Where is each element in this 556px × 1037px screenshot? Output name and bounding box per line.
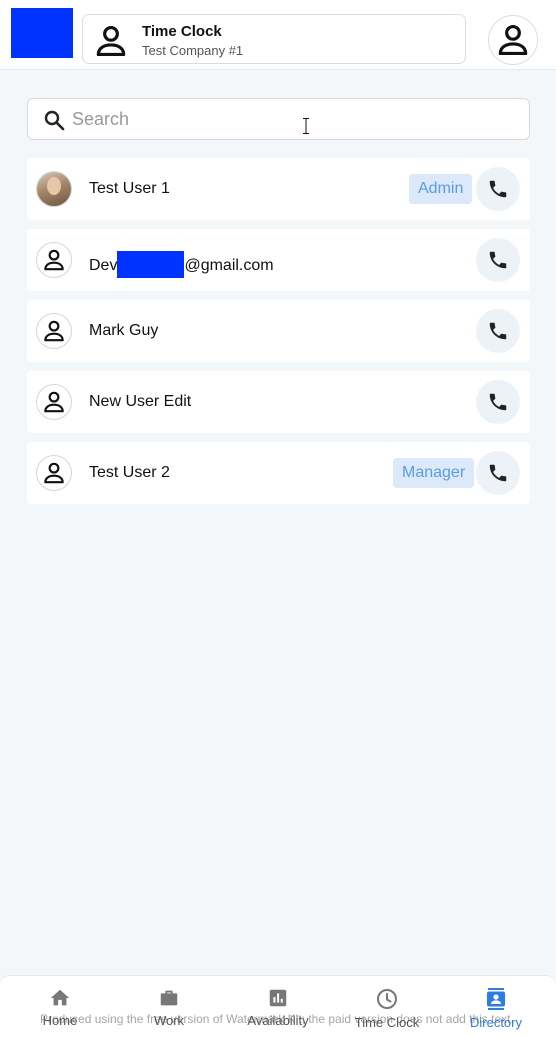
search-bar[interactable] (27, 98, 530, 140)
avatar (36, 242, 72, 278)
search-input[interactable] (72, 107, 512, 131)
redaction-block (117, 251, 185, 278)
nav-availability[interactable]: Availability (228, 987, 328, 1035)
search-icon (44, 110, 65, 131)
call-button[interactable] (476, 451, 520, 495)
phone-icon (489, 393, 507, 411)
user-email: Dev @gmail.com (89, 251, 274, 278)
role-badge: Manager (393, 458, 475, 488)
company-logo (11, 8, 73, 58)
phone-icon (489, 180, 507, 198)
nav-time-clock[interactable]: Time Clock (337, 987, 437, 1035)
briefcase-icon (160, 990, 178, 1006)
app-title: Time Clock (142, 23, 222, 40)
bar-chart-icon (269, 989, 287, 1007)
company-name: Test Company #1 (142, 43, 244, 58)
call-button[interactable] (476, 380, 520, 424)
company-switcher[interactable]: Time Clock Test Company #1 (82, 14, 466, 64)
email-suffix: @gmail.com (184, 257, 274, 274)
list-item[interactable]: Dev @gmail.com (27, 229, 530, 291)
phone-icon (489, 251, 507, 269)
watermark-text: Produced using the free version of Water… (40, 1012, 514, 1026)
user-name: Test User 1 (89, 180, 170, 197)
phone-icon (489, 464, 507, 482)
clock-icon (377, 989, 397, 1009)
person-icon (96, 25, 126, 57)
call-button[interactable] (476, 309, 520, 353)
phone-icon (489, 322, 507, 340)
nav-work[interactable]: Work (119, 987, 219, 1035)
home-icon (50, 989, 70, 1006)
nav-directory[interactable]: Directory (446, 987, 546, 1035)
app-header: Time Clock Test Company #1 (0, 0, 556, 70)
contacts-icon (487, 988, 505, 1010)
text-cursor-icon (303, 118, 309, 134)
call-button[interactable] (476, 167, 520, 211)
person-icon (44, 391, 64, 413)
user-photo (37, 172, 71, 206)
avatar (36, 455, 72, 491)
person-icon (498, 24, 528, 56)
email-prefix: Dev (89, 257, 118, 274)
user-name: Mark Guy (89, 322, 159, 339)
call-button[interactable] (476, 238, 520, 282)
list-item[interactable]: New User Edit (27, 371, 530, 433)
list-item[interactable]: Test User 1 Admin (27, 158, 530, 220)
avatar (36, 171, 72, 207)
avatar (36, 313, 72, 349)
list-item[interactable]: Mark Guy (27, 300, 530, 362)
profile-button[interactable] (488, 15, 538, 65)
person-icon (44, 249, 64, 271)
list-item[interactable]: Test User 2 Manager (27, 442, 530, 504)
user-name: New User Edit (89, 393, 192, 410)
nav-home[interactable]: Home (10, 987, 110, 1035)
bottom-navigation: Home Work Availability Time Clock Direct… (0, 975, 556, 1037)
avatar (36, 384, 72, 420)
user-name: Test User 2 (89, 464, 170, 481)
person-icon (44, 320, 64, 342)
person-icon (44, 462, 64, 484)
role-badge: Admin (409, 174, 473, 204)
